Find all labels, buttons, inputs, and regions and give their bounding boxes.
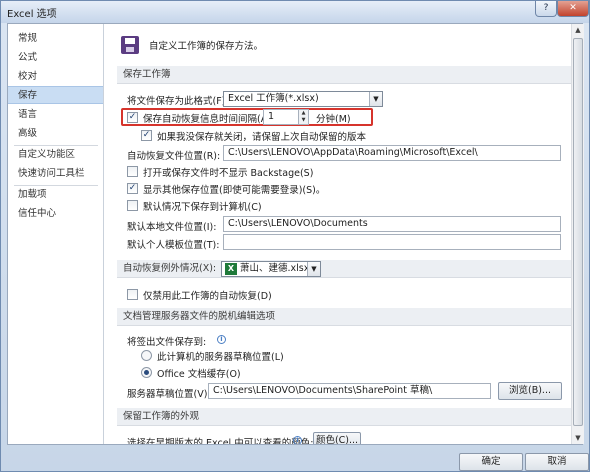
default-template-location-label: 默认个人模板位置(T): (127, 240, 220, 251)
ok-button[interactable]: 确定 (459, 453, 523, 471)
sidebar-item-quick-access-toolbar[interactable]: 快速访问工具栏 (8, 165, 103, 183)
show-extra-locations-checkbox[interactable]: ✓ (127, 183, 138, 194)
sidebar-item-customize-ribbon[interactable]: 自定义功能区 (8, 146, 103, 164)
default-local-location-input[interactable]: C:\Users\LENOVO\Documents (223, 216, 561, 232)
spin-up-icon[interactable]: ▲ (298, 110, 308, 117)
sidebar-item-trust-center[interactable]: 信任中心 (8, 205, 103, 223)
autorecover-minutes-value: 1 (268, 111, 275, 122)
section-save-workbooks: 保存工作簿 (117, 66, 573, 84)
no-backstage-checkbox[interactable] (127, 166, 138, 177)
cancel-button[interactable]: 取消 (525, 453, 589, 471)
keep-last-version-label: 如果我没保存就关闭，请保留上次自动保留的版本 (157, 132, 367, 143)
section-autorecover-exceptions: 自动恢复例外情况(X): (117, 260, 573, 278)
autorecover-minutes-input[interactable]: 1 ▲ ▼ (263, 109, 309, 125)
radio-office-cache-label: Office 文档缓存(O) (157, 369, 241, 380)
autorecover-label: 保存自动恢复信息时间间隔(A) (143, 114, 271, 125)
show-extra-locations-label: 显示其他保存位置(即使可能需要登录)(S)。 (143, 185, 326, 196)
spin-down-icon[interactable]: ▼ (298, 117, 308, 124)
save-format-label: 将文件保存为此格式(F): (127, 96, 229, 107)
section-preserve-appearance: 保留工作簿的外观 (117, 408, 573, 426)
autorecover-checkbox[interactable]: ✓ (127, 112, 138, 123)
scroll-thumb[interactable] (573, 38, 583, 426)
save-options-pane: 自定义工作簿的保存方法。 保存工作簿 将文件保存为此格式(F): Excel 工… (105, 24, 584, 444)
excel-file-icon: X (225, 263, 237, 275)
close-button[interactable]: ✕ (557, 1, 589, 17)
sidebar-item-formulas[interactable]: 公式 (8, 49, 103, 67)
save-format-dropdown[interactable]: Excel 工作簿(*.xlsx) ▼ (223, 91, 383, 107)
scroll-up-icon[interactable]: ▲ (572, 24, 584, 36)
default-template-location-input[interactable] (223, 234, 561, 250)
excel-options-dialog: Excel 选项 ? ✕ 常规 公式 校对 保存 语言 高级 自定义功能区 快速… (0, 0, 590, 472)
server-drafts-location-input[interactable]: C:\Users\LENOVO\Documents\SharePoint 草稿\ (208, 383, 491, 399)
default-computer-label: 默认情况下保存到计算机(C) (143, 202, 262, 213)
dialog-body: 常规 公式 校对 保存 语言 高级 自定义功能区 快速访问工具栏 加载项 信任中… (7, 23, 584, 445)
no-backstage-label: 打开或保存文件时不显示 Backstage(S) (143, 168, 314, 179)
default-computer-checkbox[interactable] (127, 200, 138, 211)
autorecover-location-label: 自动恢复文件位置(R): (127, 151, 221, 162)
exceptions-workbook-value: 萧山、建德.xlsx (240, 263, 310, 274)
save-checked-out-label: 将签出文件保存到: (127, 337, 207, 348)
radio-server-drafts-label: 此计算机的服务器草稿位置(L) (157, 352, 284, 363)
radio-office-cache[interactable] (141, 367, 152, 378)
minutes-label: 分钟(M) (316, 114, 351, 125)
default-local-location-label: 默认本地文件位置(I): (127, 222, 217, 233)
browse-button[interactable]: 浏览(B)... (498, 382, 562, 400)
sidebar-item-general[interactable]: 常规 (8, 30, 103, 48)
radio-server-drafts[interactable] (141, 350, 152, 361)
disable-autorecover-checkbox[interactable] (127, 289, 138, 300)
colors-label: 选择在早期版本的 Excel 中可以查看的颜色: (127, 438, 314, 444)
save-format-value: Excel 工作簿(*.xlsx) (228, 93, 319, 104)
vertical-scrollbar[interactable]: ▲ ▼ (571, 24, 584, 444)
keep-last-version-checkbox[interactable]: ✓ (141, 130, 152, 141)
window-title: Excel 选项 (7, 9, 57, 20)
help-button[interactable]: ? (535, 1, 557, 17)
disable-autorecover-label: 仅禁用此工作簿的自动恢复(D) (143, 291, 272, 302)
options-sidebar: 常规 公式 校对 保存 语言 高级 自定义功能区 快速访问工具栏 加载项 信任中… (8, 24, 104, 444)
autorecover-location-input[interactable]: C:\Users\LENOVO\AppData\Roaming\Microsof… (223, 145, 561, 161)
page-header: 自定义工作簿的保存方法。 (149, 41, 264, 52)
server-drafts-location-label: 服务器草稿位置(V): (127, 389, 211, 400)
autorecover-exceptions-title: 自动恢复例外情况(X): (123, 263, 217, 274)
save-floppy-icon (121, 36, 139, 54)
sidebar-item-save[interactable]: 保存 (8, 86, 103, 104)
sidebar-item-proofing[interactable]: 校对 (8, 68, 103, 86)
colors-button[interactable]: 颜色(C)... (313, 432, 361, 444)
exceptions-workbook-dropdown[interactable]: X 萧山、建德.xlsx ▼ (221, 261, 321, 277)
sidebar-item-language[interactable]: 语言 (8, 106, 103, 124)
chevron-down-icon: ▼ (307, 262, 320, 276)
title-bar: Excel 选项 ? ✕ (1, 1, 589, 23)
info-icon: i (293, 436, 302, 444)
sidebar-item-advanced[interactable]: 高级 (8, 125, 103, 143)
chevron-down-icon: ▼ (369, 92, 382, 106)
sidebar-item-add-ins[interactable]: 加载项 (8, 186, 103, 204)
info-icon: i (217, 335, 226, 344)
scroll-down-icon[interactable]: ▼ (572, 432, 584, 444)
section-offline-editing: 文档管理服务器文件的脱机编辑选项 (117, 308, 573, 326)
